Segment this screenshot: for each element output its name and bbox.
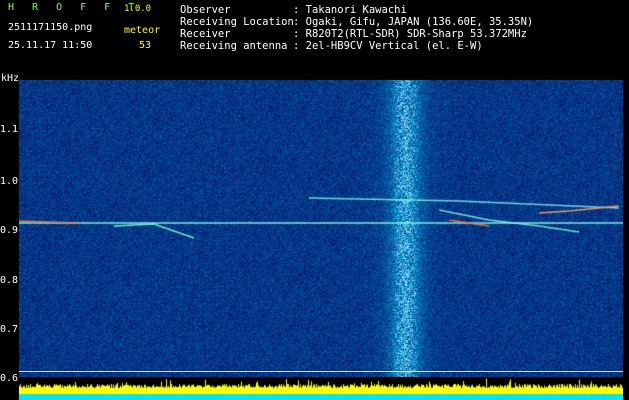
app-version: 1.0.0 xyxy=(124,4,152,14)
signal-level-meter xyxy=(19,377,623,400)
info-key-antenna: Receiving antenna xyxy=(180,40,288,52)
info-value-receiver: : R820T2(RTL-SDR) SDR-Sharp 53.372MHz xyxy=(293,28,527,40)
y-tick-label: 1.1 xyxy=(0,124,19,135)
y-axis-unit: kHz xyxy=(1,73,20,84)
spectrogram xyxy=(19,80,623,377)
y-tick-label: 0.6 xyxy=(0,373,19,384)
app-brand: H R O F F T xyxy=(8,2,141,13)
y-tick-label: 1.0 xyxy=(0,176,19,187)
meteor-label: meteor xyxy=(124,25,161,36)
y-tick-label: 0.9 xyxy=(0,225,19,236)
info-key-location: Receiving Location xyxy=(180,16,294,28)
info-value-location: : Ogaki, Gifu, JAPAN (136.60E, 35.35N) xyxy=(293,16,534,28)
signal-level-canvas xyxy=(19,377,623,400)
info-value-antenna: : 2el-HB9CV Vertical (el. E-W) xyxy=(293,40,483,52)
y-tick-label: 0.7 xyxy=(0,324,19,335)
info-value-observer: : Takanori Kawachi xyxy=(293,4,407,16)
info-key-receiver: Receiver xyxy=(180,28,231,40)
meteor-count: 53 xyxy=(139,40,152,51)
file-name: 2511171150.png xyxy=(8,22,93,33)
reference-line xyxy=(19,371,623,372)
y-tick-label: 0.8 xyxy=(0,275,19,286)
hrofft-screen: H R O F F T 1.0.0 2511171150.png meteor … xyxy=(0,0,629,400)
spectrogram-canvas xyxy=(19,80,623,377)
capture-timestamp: 25.11.17 11:50 xyxy=(8,40,93,51)
info-key-observer: Observer xyxy=(180,4,231,16)
